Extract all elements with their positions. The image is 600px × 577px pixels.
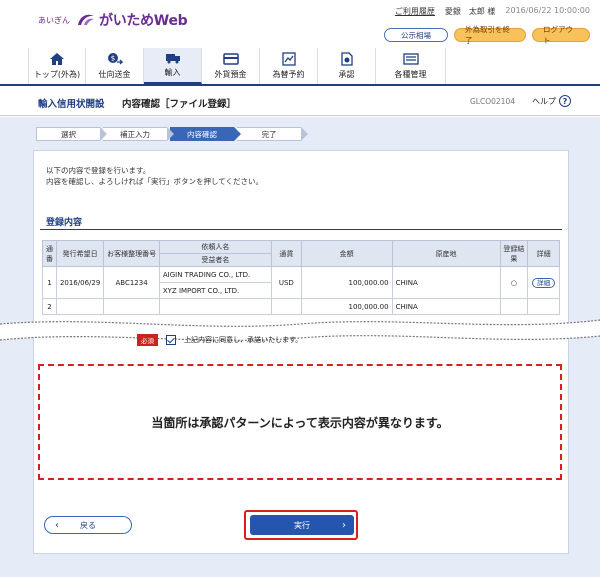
- agreement-row: 必須 上記内容に同意し、承諾いたします。: [137, 334, 302, 346]
- help-link[interactable]: ヘルプ ?: [532, 95, 571, 107]
- nav-label: 仕向送金: [98, 70, 131, 79]
- utility-links: ご利用履歴 愛銀 太郎 様 2016/06/22 10:00:00: [395, 6, 590, 17]
- svg-text:$: $: [110, 55, 114, 63]
- table-row: 1 2016/06/29 ABC1234 AIGIN TRADING CO., …: [42, 266, 560, 299]
- nav-deposit[interactable]: 外貨預金: [202, 48, 260, 84]
- step-confirm: 内容確認: [170, 127, 241, 141]
- user-name: 愛銀 太郎 様: [444, 7, 496, 16]
- title-bar: 輸入信用状開設 内容確認［ファイル登録］ GLCO02104 ヘルプ ?: [0, 86, 600, 116]
- nav-exchange-contract[interactable]: 為替予約: [260, 48, 318, 84]
- agree-label: 上記内容に同意し、承諾いたします。: [184, 336, 303, 344]
- page-title: 輸入信用状開設: [38, 99, 105, 110]
- login-datetime: 2016/06/22 10:00:00: [505, 6, 590, 15]
- nav-label: 外貨預金: [214, 70, 247, 79]
- cell-beneficiary: XYZ IMPORT CO., LTD.: [158, 282, 272, 299]
- public-rates-button[interactable]: 公示相場: [384, 28, 448, 42]
- logo[interactable]: あいぎん がいためWeb: [38, 10, 188, 30]
- usage-history-link[interactable]: ご利用履歴: [395, 6, 435, 17]
- logo-mark-icon: [76, 13, 96, 27]
- back-button[interactable]: ‹ 戻る: [44, 516, 132, 534]
- cell-currency: USD: [270, 266, 302, 299]
- cell-origin: CHINA: [391, 266, 501, 299]
- th-no: 通番: [42, 240, 57, 267]
- management-icon: [402, 53, 419, 65]
- chevron-right-icon: ›: [342, 519, 346, 531]
- th-result: 登録結果: [499, 240, 529, 267]
- remittance-icon: $: [107, 53, 123, 65]
- end-fx-button[interactable]: 外為取引を終了: [454, 25, 526, 45]
- section-title: 登録内容: [46, 218, 83, 228]
- th-ref-no: お客様整理番号: [103, 240, 160, 267]
- back-label: 戻る: [80, 520, 96, 530]
- execute-label: 実行: [294, 520, 310, 530]
- th-beneficiary: 受益者名: [158, 253, 272, 267]
- global-nav: トップ(外為) $ 仕向送金 輸入 外貨預金 為替予約 承認 各種管理: [28, 48, 446, 84]
- cell-detail: 詳細: [527, 266, 560, 299]
- chevron-left-icon: ‹: [55, 519, 59, 531]
- nav-label: 承認: [338, 70, 355, 79]
- screen-id: GLCO02104: [470, 97, 515, 106]
- header-buttons: 公示相場 外為取引を終了 ログアウト: [384, 25, 590, 45]
- th-origin: 原産地: [391, 240, 501, 267]
- step-select: 選択: [36, 127, 107, 141]
- bank-name: あいぎん: [38, 15, 70, 25]
- cell-amount: 100,000.00: [300, 266, 393, 299]
- required-badge: 必須: [137, 334, 158, 346]
- home-icon: [50, 53, 64, 65]
- help-icon: ?: [559, 95, 571, 107]
- header: あいぎん がいためWeb ご利用履歴 愛銀 太郎 様 2016/06/22 10…: [0, 0, 600, 94]
- th-issue-date: 発行希望日: [55, 240, 105, 267]
- nav-management[interactable]: 各種管理: [376, 48, 446, 84]
- approval-icon: [340, 52, 353, 66]
- cell-applicant: AIGIN TRADING CO., LTD.: [158, 266, 272, 283]
- message-line: 内容を確認し、よろしければ「実行」ボタンを押してください。: [46, 177, 264, 186]
- step-correction: 補正入力: [103, 127, 174, 141]
- th-detail: 詳細: [527, 240, 560, 267]
- cell-issue-date: 2016/06/29: [55, 266, 105, 299]
- cell-result: ○: [499, 266, 529, 299]
- deposit-icon: [222, 53, 239, 65]
- nav-label: 輸入: [164, 68, 181, 77]
- nav-import[interactable]: 輸入: [144, 48, 202, 84]
- import-icon: [165, 54, 180, 64]
- cell-ref-no: ABC1234: [103, 266, 160, 299]
- logout-button[interactable]: ログアウト: [532, 25, 590, 45]
- screen-name: 内容確認［ファイル登録］: [122, 99, 237, 110]
- nav-remittance[interactable]: $ 仕向送金: [86, 48, 144, 84]
- th-applicant: 依頼人名: [158, 240, 272, 254]
- registration-table: 通番 発行希望日 お客様整理番号 依頼人名 通貨 金額 原産地 登録結果 詳細 …: [42, 240, 560, 315]
- nav-approval[interactable]: 承認: [318, 48, 376, 84]
- nav-label: トップ(外為): [33, 70, 81, 79]
- torn-edge-divider: [0, 319, 600, 341]
- agree-checkbox[interactable]: [166, 335, 176, 345]
- detail-button[interactable]: 詳細: [532, 277, 556, 288]
- cell-no: 1: [42, 266, 57, 299]
- exchange-contract-icon: [281, 52, 296, 66]
- th-amount: 金額: [300, 240, 393, 267]
- section-rule: [40, 229, 562, 230]
- nav-top[interactable]: トップ(外為): [28, 48, 86, 84]
- app-name: がいためWeb: [99, 13, 188, 29]
- notice-box: 当箇所は承認パターンによって表示内容が異なります。: [38, 364, 562, 480]
- nav-label: 為替予約: [272, 70, 305, 79]
- nav-label: 各種管理: [394, 70, 427, 79]
- th-currency: 通貨: [270, 240, 302, 267]
- step-indicator: 選択 補正入力 内容確認 完了: [36, 127, 308, 141]
- message-line: 以下の内容で登録を行います。: [46, 166, 151, 175]
- help-label: ヘルプ: [532, 96, 556, 106]
- instruction-message: 以下の内容で登録を行います。 内容を確認し、よろしければ「実行」ボタンを押してく…: [46, 165, 263, 187]
- execute-button[interactable]: 実行 ›: [250, 515, 354, 535]
- step-complete: 完了: [237, 127, 308, 141]
